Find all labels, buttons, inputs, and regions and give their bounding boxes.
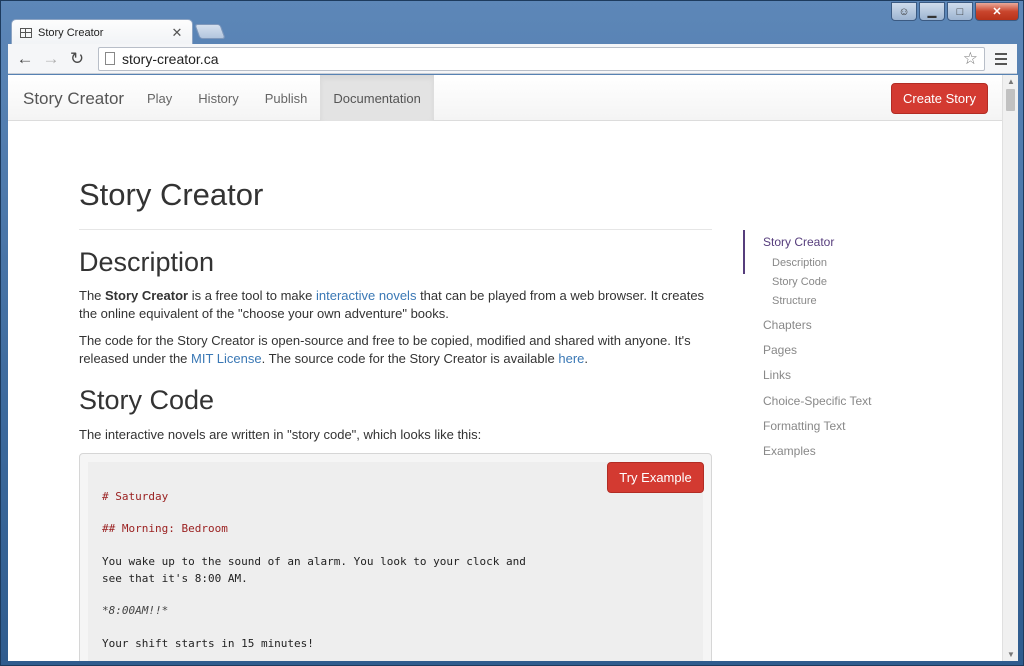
scroll-down-icon[interactable]: ▼ (1007, 650, 1015, 659)
nav-play[interactable]: Play (134, 75, 185, 121)
browser-toolbar: ← → ↻ story-creator.ca ☆ (8, 44, 1017, 74)
story-code-heading: Story Code (79, 385, 215, 415)
toc-examples[interactable]: Examples (763, 444, 816, 458)
bookmark-star-icon[interactable]: ☆ (963, 49, 978, 69)
nav-links: Play History Publish Documentation (134, 75, 434, 121)
site-navbar: Story Creator Play History Publish Docum… (8, 75, 1002, 121)
browser-window: Story Creator ✕ ☺ ▁ □ ✕ ← → ↻ story-crea… (0, 0, 1024, 666)
page-viewport: Story Creator Play History Publish Docum… (8, 75, 1002, 661)
nav-documentation[interactable]: Documentation (320, 75, 434, 121)
maximize-button[interactable]: □ (947, 2, 973, 21)
browser-menu-icon[interactable] (991, 52, 1011, 65)
forward-arrow-icon[interactable]: → (40, 48, 62, 70)
story-code-paragraph: The interactive novels are written in "s… (79, 427, 482, 442)
story-creator-bold: Story Creator (105, 288, 189, 303)
back-arrow-icon[interactable]: ← (14, 48, 36, 70)
toc-choice-specific-text[interactable]: Choice-Specific Text (763, 394, 872, 408)
code-line: # Saturday (102, 490, 169, 503)
toc-structure[interactable]: Structure (772, 295, 817, 307)
toc-description[interactable]: Description (772, 257, 827, 269)
description-heading: Description (79, 247, 215, 277)
scroll-up-icon[interactable]: ▲ (1007, 77, 1015, 86)
nav-history[interactable]: History (185, 75, 251, 121)
page-icon (105, 52, 115, 65)
source-code-link[interactable]: here (558, 351, 584, 366)
code-line: Your shift starts in 15 minutes! (102, 637, 314, 650)
code-line: *8:00AM!!* (102, 604, 169, 617)
description-paragraph-1: The Story Creator is a free tool to make… (79, 288, 705, 321)
page-favicon-icon (20, 27, 32, 38)
toc-links[interactable]: Links (763, 368, 791, 382)
title-bar: Story Creator ✕ ☺ ▁ □ ✕ (1, 1, 1024, 45)
site-brand[interactable]: Story Creator (23, 89, 124, 109)
scrollbar-thumb[interactable] (1006, 89, 1015, 111)
window-controls: ☺ ▁ □ ✕ (891, 2, 1019, 21)
description-paragraph-2: The code for the Story Creator is open-s… (79, 333, 691, 366)
code-line: You wake up to the sound of an alarm. Yo… (102, 555, 526, 568)
code-example-box: # Saturday ## Morning: Bedroom You wake … (79, 453, 712, 661)
url-text[interactable]: story-creator.ca (122, 51, 963, 67)
code-line: see that it's 8:00 AM. (102, 572, 248, 585)
tab-title: Story Creator (38, 26, 104, 39)
reload-icon[interactable]: ↻ (66, 48, 88, 70)
browser-tab[interactable]: Story Creator ✕ (11, 19, 193, 45)
toc-story-code[interactable]: Story Code (772, 276, 827, 288)
toc-active-indicator (743, 230, 745, 274)
try-example-button[interactable]: Try Example (607, 462, 704, 493)
toc-formatting-text[interactable]: Formatting Text (763, 419, 845, 433)
page-title: Story Creator (79, 177, 264, 212)
close-window-button[interactable]: ✕ (975, 2, 1019, 21)
interactive-novels-link[interactable]: interactive novels (316, 288, 416, 303)
nav-publish[interactable]: Publish (252, 75, 321, 121)
mit-license-link[interactable]: MIT License (191, 351, 262, 366)
toc-story-creator[interactable]: Story Creator (763, 235, 834, 249)
user-profile-icon[interactable]: ☺ (891, 2, 917, 21)
address-bar[interactable]: story-creator.ca ☆ (98, 46, 985, 71)
vertical-scrollbar[interactable]: ▲ ▼ (1002, 75, 1018, 661)
new-tab-button[interactable] (194, 24, 226, 39)
close-tab-icon[interactable]: ✕ (170, 25, 184, 41)
create-story-button[interactable]: Create Story (891, 83, 988, 114)
minimize-button[interactable]: ▁ (919, 2, 945, 21)
toc-pages[interactable]: Pages (763, 343, 797, 357)
title-divider (79, 229, 712, 230)
code-line: ## Morning: Bedroom (102, 522, 228, 535)
toc-chapters[interactable]: Chapters (763, 318, 812, 332)
